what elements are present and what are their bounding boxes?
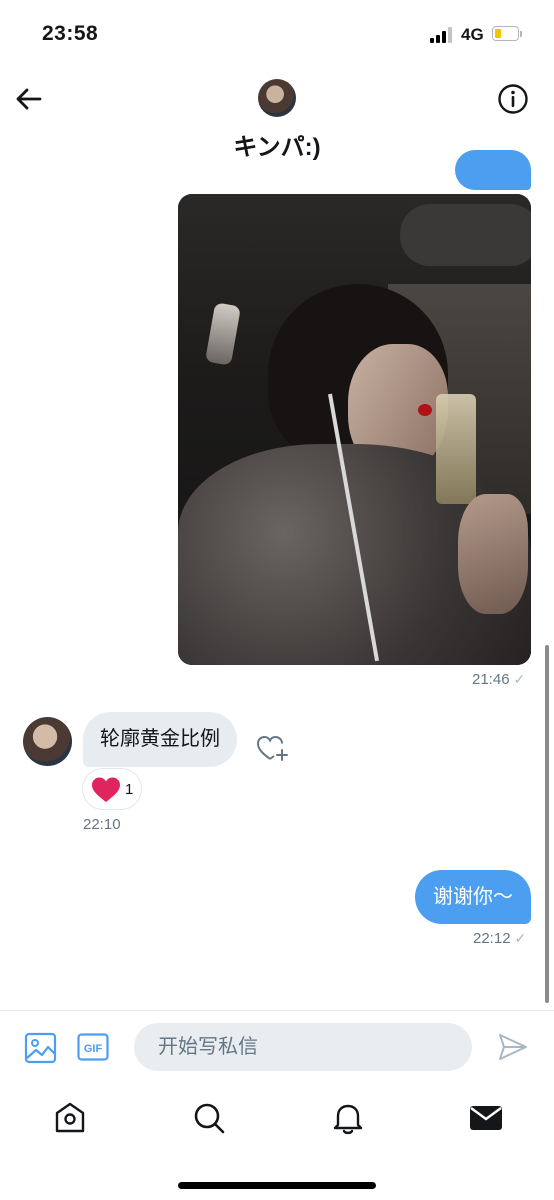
timestamp-text: 21:46 — [472, 671, 510, 688]
status-time: 23:58 — [42, 22, 99, 45]
network-label: 4G — [461, 25, 484, 44]
contact-avatar[interactable] — [258, 79, 296, 117]
send-button[interactable] — [497, 1031, 529, 1063]
image-icon — [24, 1032, 57, 1064]
sent-message-bubble[interactable]: 谢谢你～ — [415, 870, 531, 924]
tab-notifications[interactable] — [328, 1098, 368, 1138]
info-button[interactable] — [497, 83, 529, 115]
battery-icon — [492, 26, 522, 43]
sender-avatar[interactable] — [23, 717, 72, 766]
messages-icon — [470, 1106, 502, 1130]
info-icon — [498, 84, 528, 114]
status-bar: 23:58 4G — [0, 0, 554, 70]
search-icon — [194, 1103, 225, 1134]
scrollbar[interactable] — [545, 645, 549, 1003]
message-composer: GIF — [0, 1010, 554, 1086]
gif-label: GIF — [84, 1043, 103, 1055]
gif-icon: GIF — [77, 1033, 109, 1061]
previous-sent-bubble[interactable] — [455, 150, 531, 190]
back-button[interactable] — [14, 84, 44, 114]
received-message-bubble[interactable]: 轮廓黄金比例 — [83, 712, 237, 767]
home-indicator — [178, 1182, 376, 1189]
home-icon — [55, 1102, 85, 1133]
add-image-button[interactable] — [24, 1031, 58, 1065]
add-reaction-button[interactable] — [256, 733, 288, 765]
photo-message[interactable] — [178, 194, 531, 665]
arrow-left-icon — [16, 88, 42, 110]
signal-icon — [430, 27, 454, 43]
send-icon — [499, 1034, 527, 1060]
tab-search[interactable] — [189, 1098, 229, 1138]
check-icon: ✓ — [513, 671, 526, 687]
heart-icon — [92, 777, 120, 802]
reaction-pill[interactable]: 1 — [82, 768, 142, 810]
timestamp-text: 22:12 — [473, 930, 511, 947]
photo-timestamp: 21:46 ✓ — [472, 671, 525, 688]
tab-messages[interactable] — [466, 1098, 506, 1138]
check-icon: ✓ — [514, 930, 527, 946]
message-input[interactable] — [134, 1023, 472, 1071]
gif-button[interactable]: GIF — [77, 1033, 109, 1061]
tab-home[interactable] — [50, 1098, 90, 1138]
reaction-count: 1 — [125, 781, 134, 798]
received-timestamp: 22:10 — [83, 816, 121, 833]
heart-plus-icon — [256, 735, 288, 761]
notifications-icon — [333, 1104, 363, 1135]
sent-timestamp: 22:12 ✓ — [473, 930, 526, 947]
